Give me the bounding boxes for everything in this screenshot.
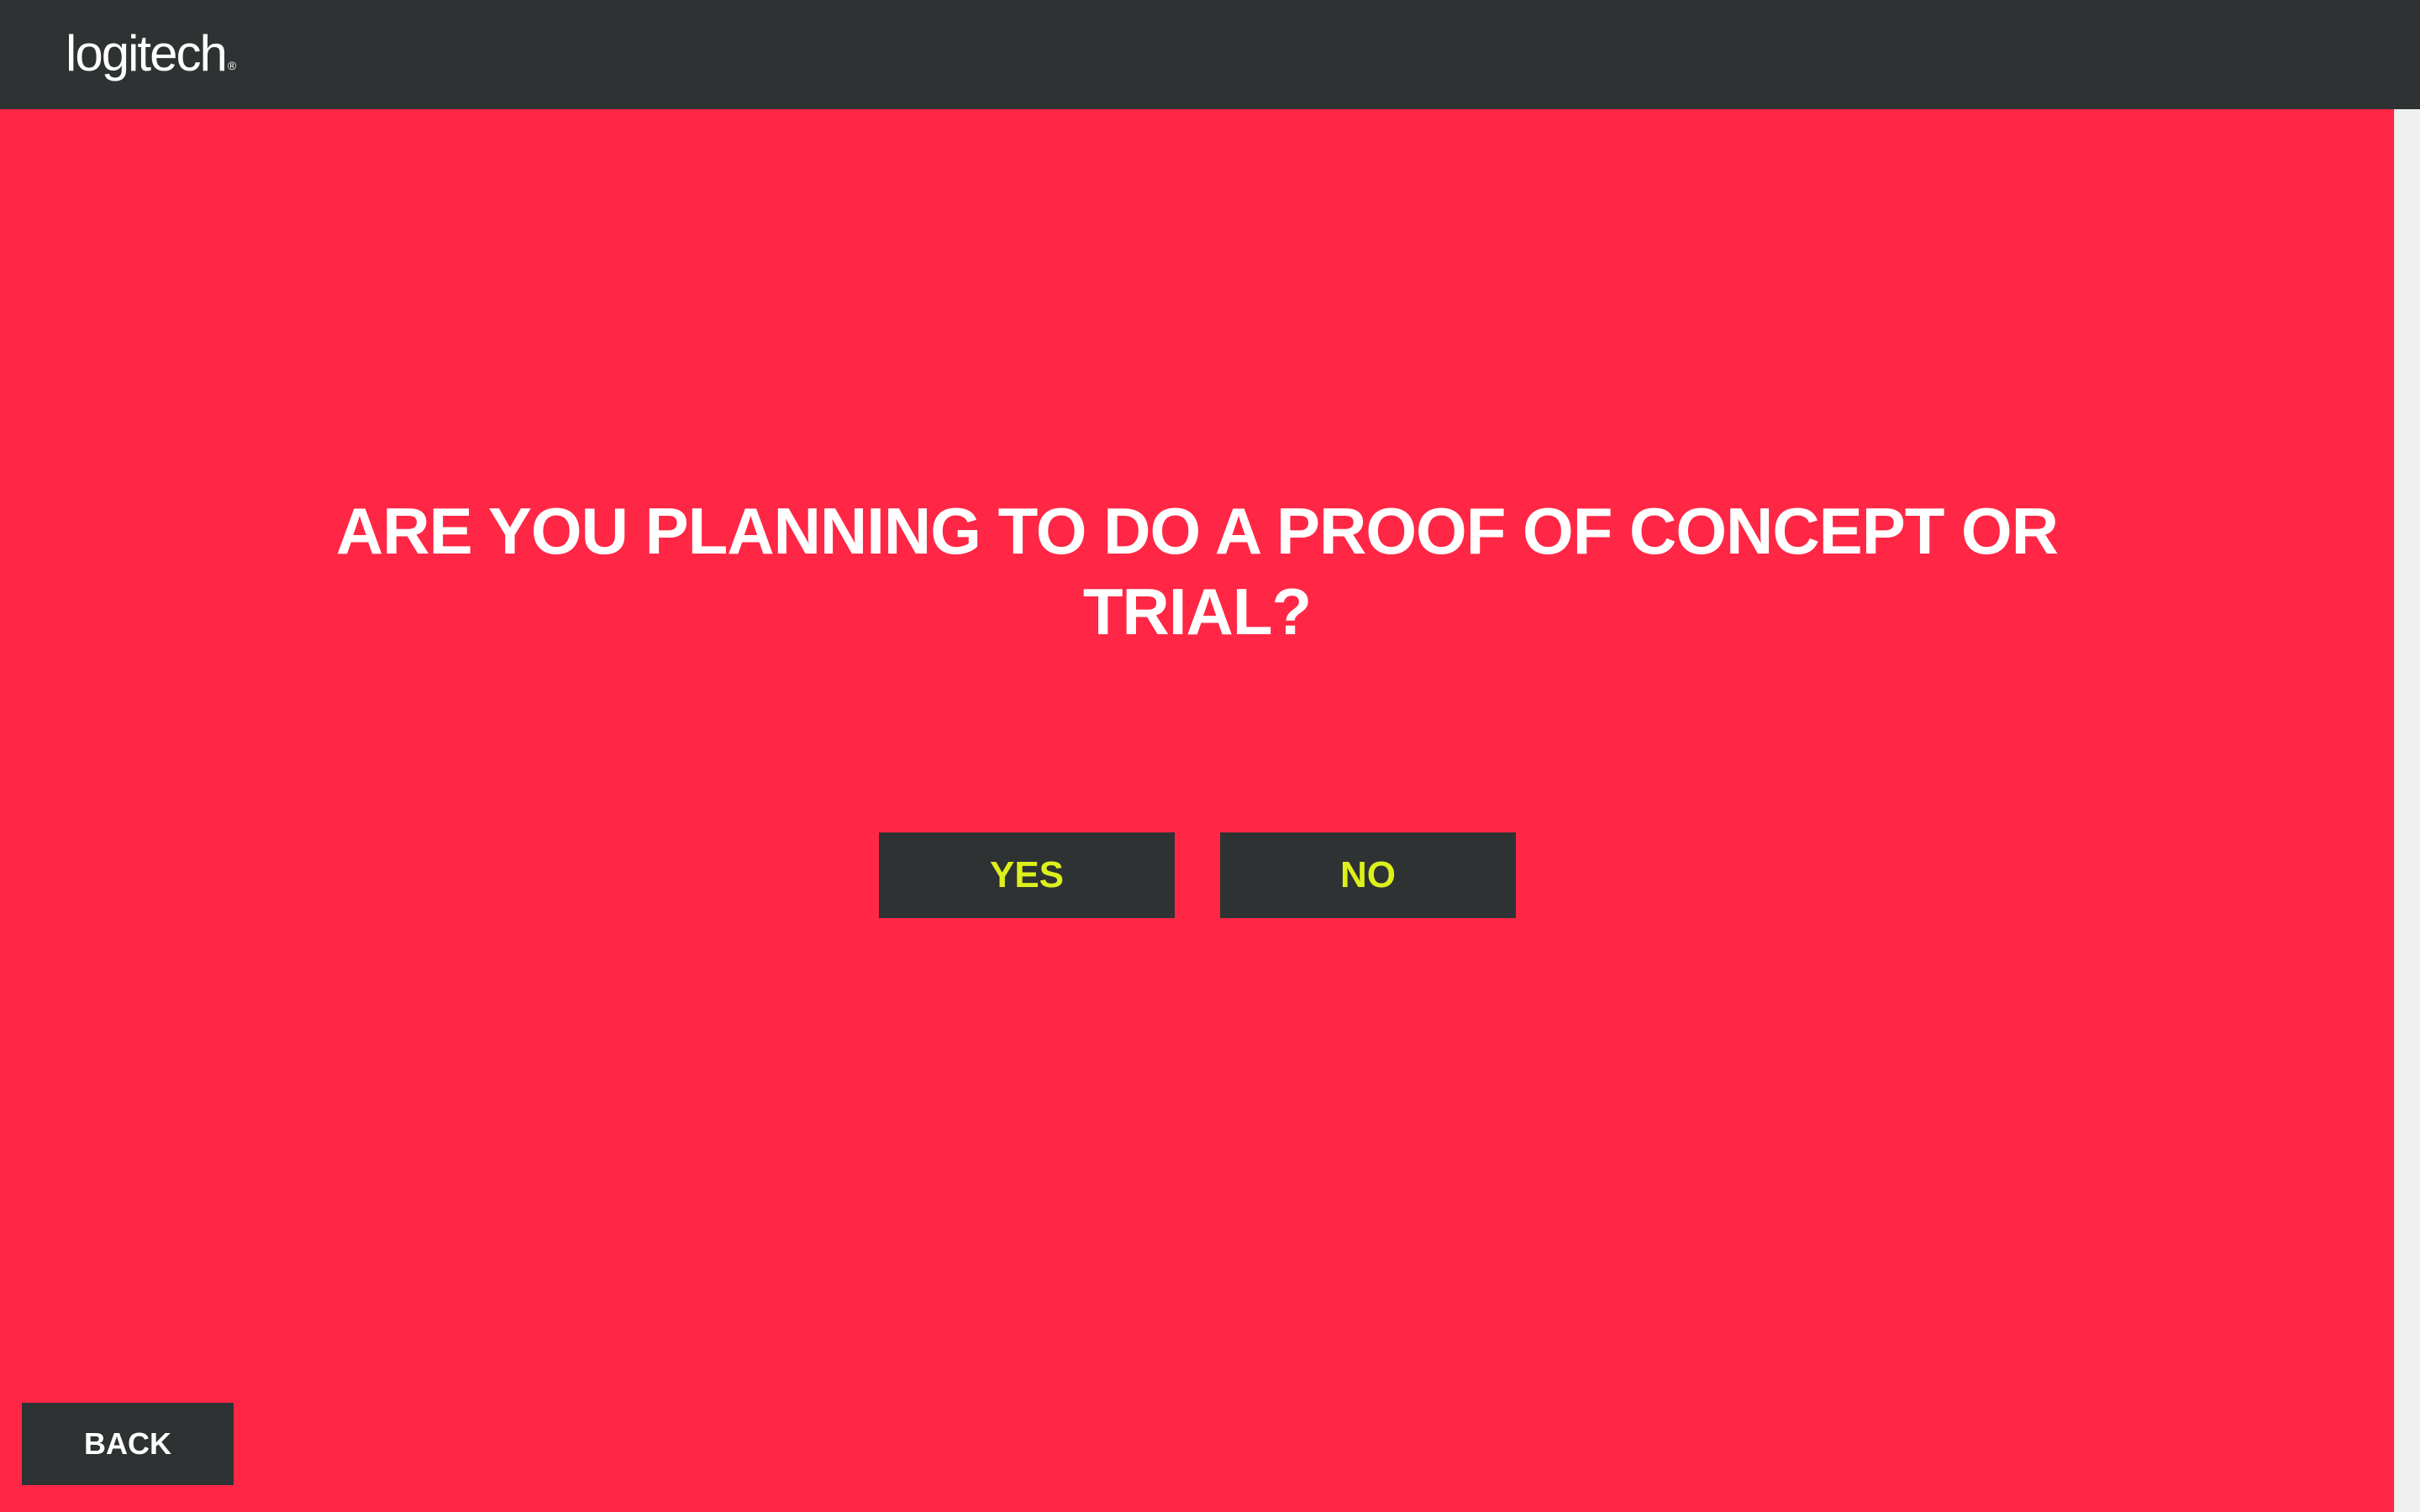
scrollbar[interactable] — [2394, 109, 2420, 1512]
logitech-logo[interactable]: logitech ® — [66, 24, 236, 84]
question-heading: ARE YOU PLANNING TO DO A PROOF OF CONCEP… — [335, 494, 2059, 648]
logo-text: logitech — [66, 25, 228, 81]
back-button[interactable]: BACK — [22, 1403, 234, 1485]
top-bar: logitech ® — [0, 0, 2420, 109]
no-button[interactable]: NO — [1220, 832, 1516, 918]
registered-mark: ® — [227, 59, 237, 72]
yes-button[interactable]: YES — [879, 832, 1175, 918]
question-panel — [0, 109, 2394, 1512]
